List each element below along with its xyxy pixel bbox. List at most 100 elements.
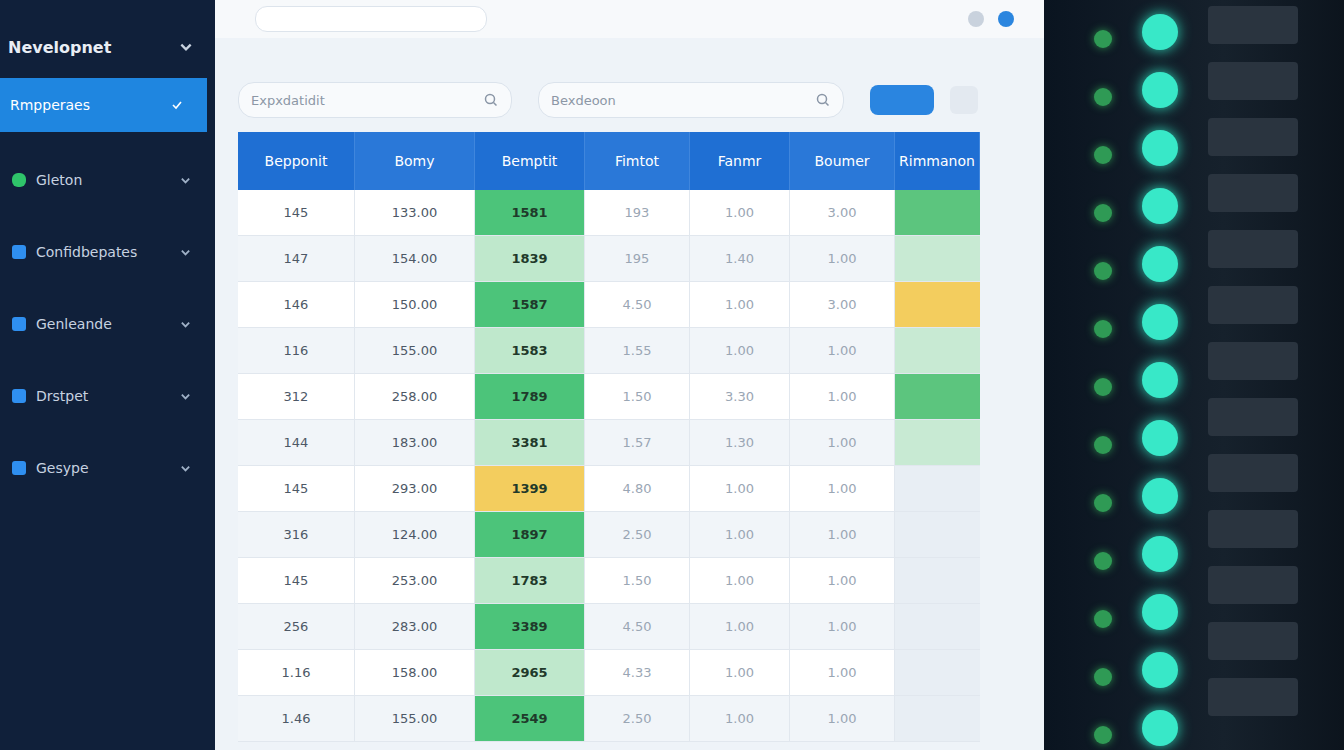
table-row[interactable]: 146150.0015874.501.003.00 <box>238 282 980 328</box>
column-header[interactable]: Bemptit <box>475 132 585 190</box>
status-cell <box>895 696 980 742</box>
table-cell: 1.46 <box>238 696 355 742</box>
status-cell <box>895 190 980 236</box>
more-button[interactable] <box>950 86 978 114</box>
table-cell: 258.00 <box>355 374 475 420</box>
column-header[interactable]: Bomy <box>355 132 475 190</box>
item-icon <box>12 317 26 331</box>
table-cell: 1.00 <box>690 282 790 328</box>
column-header[interactable]: Fimtot <box>585 132 690 190</box>
table-row[interactable]: 256283.0033894.501.001.00 <box>238 604 980 650</box>
table-cell: 4.80 <box>585 466 690 512</box>
table-cell: 293.00 <box>355 466 475 512</box>
led-icon <box>1094 262 1112 280</box>
search-button[interactable] <box>870 85 934 115</box>
highlight-cell: 1581 <box>475 190 585 236</box>
table-cell: 145 <box>238 190 355 236</box>
rack-unit <box>1208 342 1298 380</box>
table-cell: 133.00 <box>355 190 475 236</box>
sidebar-item[interactable]: Genleande <box>0 298 215 350</box>
table-cell: 3.30 <box>690 374 790 420</box>
led-icon <box>1094 494 1112 512</box>
search-row: Expxdatidit Bexdeoon <box>238 82 996 118</box>
rack-unit <box>1208 118 1298 156</box>
sidebar: Nevelopnet Rmpperaes Gleton Confidbepates Ge… <box>0 0 215 750</box>
table-cell: 1.16 <box>238 650 355 696</box>
highlight-cell: 3381 <box>475 420 585 466</box>
table-cell: 283.00 <box>355 604 475 650</box>
chevron-icon <box>180 247 191 258</box>
table-row[interactable]: 147154.0018391951.401.00 <box>238 236 980 282</box>
highlight-cell: 2965 <box>475 650 585 696</box>
search-field[interactable]: Bexdeoon <box>538 82 844 118</box>
led-icon <box>1094 378 1112 396</box>
table-row[interactable]: 1.16158.0029654.331.001.00 <box>238 650 980 696</box>
rack-unit <box>1208 566 1298 604</box>
column-header[interactable]: Rimmanon <box>895 132 980 190</box>
status-cell <box>895 374 980 420</box>
item-icon <box>12 245 26 259</box>
rack-unit <box>1208 230 1298 268</box>
table-cell: 1.40 <box>690 236 790 282</box>
sidebar-item-label: Gesype <box>36 460 170 476</box>
table-cell: 1.00 <box>790 236 895 282</box>
table-cell: 116 <box>238 328 355 374</box>
sidebar-item[interactable]: Gesype <box>0 442 215 494</box>
screen: Nevelopnet Rmpperaes Gleton Confidbepates Ge… <box>0 0 1344 750</box>
table-cell: 1.00 <box>790 604 895 650</box>
column-header[interactable]: Boumer <box>790 132 895 190</box>
table-cell: 4.33 <box>585 650 690 696</box>
table-cell: 147 <box>238 236 355 282</box>
column-header[interactable]: Fanmr <box>690 132 790 190</box>
rack-unit <box>1208 62 1298 100</box>
profile-icon[interactable] <box>998 11 1014 27</box>
sidebar-item[interactable]: Rmpperaes <box>0 78 207 132</box>
table-row[interactable]: 145253.0017831.501.001.00 <box>238 558 980 604</box>
led-icon <box>1094 30 1112 48</box>
highlight-cell: 1583 <box>475 328 585 374</box>
main-panel: Expxdatidit Bexdeoon BepponitBomyBemptitFi… <box>215 0 1044 750</box>
toolbar-icon[interactable] <box>968 11 984 27</box>
rack-unit <box>1208 398 1298 436</box>
table-cell: 2.50 <box>585 696 690 742</box>
table-cell: 1.00 <box>690 466 790 512</box>
table-cell: 1.00 <box>690 650 790 696</box>
table-cell: 1.00 <box>790 558 895 604</box>
rack-unit <box>1208 286 1298 324</box>
led-icon <box>1094 668 1112 686</box>
table-row[interactable]: 1.46155.0025492.501.001.00 <box>238 696 980 742</box>
table-row[interactable]: 144183.0033811.571.301.00 <box>238 420 980 466</box>
table-row[interactable]: 312258.0017891.503.301.00 <box>238 374 980 420</box>
table-cell: 1.00 <box>790 328 895 374</box>
address-bar[interactable] <box>255 6 487 32</box>
table-cell: 1.30 <box>690 420 790 466</box>
chevron-icon <box>180 391 191 402</box>
sidebar-item[interactable]: Gleton <box>0 154 215 206</box>
table-cell: 2.50 <box>585 512 690 558</box>
rack-unit <box>1208 622 1298 660</box>
table-row[interactable]: 145293.0013994.801.001.00 <box>238 466 980 512</box>
table-cell: 1.00 <box>690 696 790 742</box>
table-cell: 183.00 <box>355 420 475 466</box>
search-field[interactable]: Expxdatidit <box>238 82 512 118</box>
sidebar-title[interactable]: Nevelopnet <box>0 26 215 68</box>
sidebar-item-label: Confidbepates <box>36 244 170 260</box>
item-icon <box>12 173 26 187</box>
highlight-cell: 1839 <box>475 236 585 282</box>
sidebar-item[interactable]: Confidbepates <box>0 226 215 278</box>
column-header[interactable]: Bepponit <box>238 132 355 190</box>
led-icon <box>1094 552 1112 570</box>
table-row[interactable]: 145133.0015811931.003.00 <box>238 190 980 236</box>
led-icon <box>1142 536 1178 572</box>
toolbar <box>968 11 1014 27</box>
table-cell: 154.00 <box>355 236 475 282</box>
item-icon <box>12 461 26 475</box>
rack-unit <box>1208 6 1298 44</box>
chevron-icon <box>180 175 191 186</box>
rack-column <box>1094 0 1112 750</box>
highlight-cell: 3389 <box>475 604 585 650</box>
sidebar-item[interactable]: Drstpet <box>0 370 215 422</box>
table-row[interactable]: 316124.0018972.501.001.00 <box>238 512 980 558</box>
table-cell: 195 <box>585 236 690 282</box>
table-row[interactable]: 116155.0015831.551.001.00 <box>238 328 980 374</box>
